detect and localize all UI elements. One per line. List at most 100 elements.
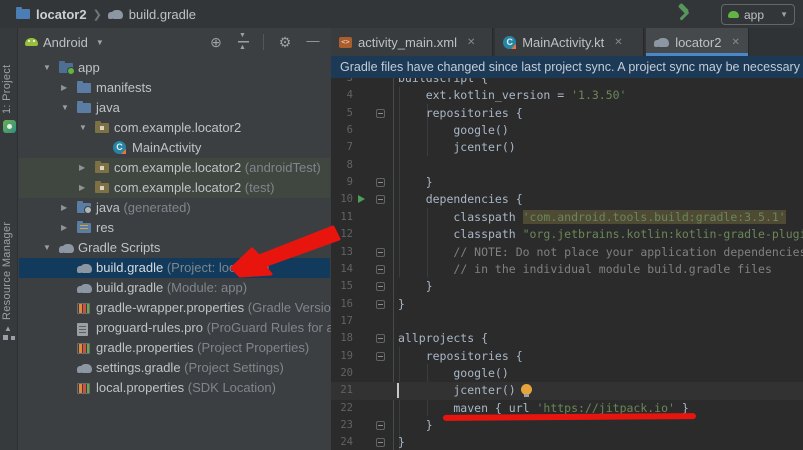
hammer-icon[interactable]	[677, 4, 693, 22]
line-number: 10	[331, 191, 353, 208]
code-line-15[interactable]: 15 }	[331, 278, 803, 295]
chevron-down-icon[interactable]	[96, 38, 104, 47]
chevron-right-icon[interactable]	[61, 202, 67, 212]
code-line-18[interactable]: 18allprojects {	[331, 330, 803, 347]
chevron-down-icon[interactable]	[61, 102, 69, 112]
code-line-11[interactable]: 11 classpath 'com.android.tools.build:gr…	[331, 209, 803, 226]
fold-icon[interactable]	[376, 178, 385, 187]
breadcrumb-file[interactable]: build.gradle	[129, 7, 196, 22]
chevron-right-icon[interactable]	[61, 82, 67, 92]
code-line-10[interactable]: 10 dependencies {	[331, 191, 803, 208]
code-line-14[interactable]: 14 // in the individual module build.gra…	[331, 261, 803, 278]
tree-item-build-gradle-project-locator2[interactable]: build.gradle (Project: locator2)	[19, 258, 330, 278]
fold-icon[interactable]	[376, 265, 385, 274]
tree-item-label: settings.gradle (Project Settings)	[96, 360, 284, 375]
close-icon[interactable]	[731, 37, 739, 48]
tab-locator2[interactable]: locator2	[646, 28, 749, 56]
tree-item-manifests[interactable]: manifests	[19, 78, 330, 98]
tree-item-label: com.example.locator2 (test)	[114, 180, 274, 195]
chevron-down-icon[interactable]	[43, 62, 51, 72]
code-line-12[interactable]: 12 classpath "org.jetbrains.kotlin:kotli…	[331, 226, 803, 243]
code-line-4[interactable]: 4 ext.kotlin_version = '1.3.50'	[331, 87, 803, 104]
tab-activity-main-xml[interactable]: activity_main.xml	[331, 28, 493, 56]
code-editor[interactable]: 3buildscript {4 ext.kotlin_version = '1.…	[331, 56, 803, 450]
project-view-selector[interactable]: Android	[43, 35, 88, 50]
tree-item-com-example-locator2-androidtest[interactable]: com.example.locator2 (androidTest)	[19, 158, 330, 178]
tree-item-java[interactable]: java	[19, 98, 330, 118]
fold-icon[interactable]	[376, 282, 385, 291]
code-line-13[interactable]: 13 // NOTE: Do not place your applicatio…	[331, 244, 803, 261]
sidebar-item-resource-manager[interactable]: Resource Manager	[1, 188, 16, 320]
code-text: repositories {	[398, 105, 523, 122]
run-gutter-icon[interactable]	[358, 195, 365, 203]
intention-bulb-icon[interactable]	[521, 384, 532, 395]
code-text: // NOTE: Do not place your application d…	[398, 244, 803, 261]
chevron-right-icon[interactable]	[61, 222, 67, 232]
fold-icon[interactable]	[376, 300, 385, 309]
props-icon	[77, 303, 90, 314]
tree-item-res[interactable]: res	[19, 218, 330, 238]
tree-item-local-properties-sdk-location[interactable]: local.properties (SDK Location)	[19, 378, 330, 398]
hide-panel-icon[interactable]	[306, 34, 320, 50]
code-line-20[interactable]: 20 google()	[331, 365, 803, 382]
tree-item-hint: (Project Settings)	[184, 360, 284, 375]
code-line-23[interactable]: 23 }	[331, 417, 803, 434]
gradle-sync-banner[interactable]: Gradle files have changed since last pro…	[331, 56, 803, 78]
tab-mainactivity-kt[interactable]: MainActivity.kt	[495, 28, 644, 56]
sidebar-item-project[interactable]: 1: Project	[1, 54, 16, 114]
tree-item-gradle-scripts[interactable]: Gradle Scripts	[19, 238, 330, 258]
code-line-6[interactable]: 6 google()	[331, 122, 803, 139]
locate-icon[interactable]	[208, 34, 224, 50]
code-line-19[interactable]: 19 repositories {	[331, 348, 803, 365]
tree-item-settings-gradle-project-settings[interactable]: settings.gradle (Project Settings)	[19, 358, 330, 378]
tree-item-gradle-properties-project-properties[interactable]: gradle.properties (Project Properties)	[19, 338, 330, 358]
breadcrumb-project[interactable]: locator2	[36, 7, 87, 22]
code-line-7[interactable]: 7 jcenter()	[331, 139, 803, 156]
code-line-16[interactable]: 16}	[331, 296, 803, 313]
tree-item-proguard-rules-pro-proguard-rules-for-app[interactable]: proguard-rules.pro (ProGuard Rules for a…	[19, 318, 330, 338]
code-text: }	[398, 278, 433, 295]
tree-item-gradle-wrapper-properties-gradle-version[interactable]: gradle-wrapper.properties (Gradle Versio…	[19, 298, 330, 318]
tree-item-java-generated[interactable]: java (generated)	[19, 198, 330, 218]
code-line-22[interactable]: 22 maven { url 'https://jitpack.io' }	[331, 400, 803, 417]
tree-item-label: app	[78, 60, 100, 75]
close-icon[interactable]	[467, 37, 475, 48]
chevron-down-icon[interactable]	[43, 242, 51, 252]
tree-item-app[interactable]: app	[19, 58, 330, 78]
fold-icon[interactable]	[376, 334, 385, 343]
tree-item-com-example-locator2-test[interactable]: com.example.locator2 (test)	[19, 178, 330, 198]
fold-icon[interactable]	[376, 421, 385, 430]
gradle-icon	[77, 363, 92, 374]
fold-icon[interactable]	[376, 352, 385, 361]
line-number: 23	[331, 417, 353, 434]
android-studio-project-icon[interactable]	[3, 120, 16, 133]
collapse-all-icon[interactable]	[237, 35, 250, 49]
tree-item-com-example-locator2[interactable]: com.example.locator2	[19, 118, 330, 138]
fold-icon[interactable]	[376, 195, 385, 204]
breadcrumb-bar: locator2 ❯ build.gradle app	[0, 0, 803, 28]
line-number: 17	[331, 313, 353, 330]
breadcrumb: locator2 ❯ build.gradle	[16, 0, 196, 28]
fold-icon[interactable]	[376, 438, 385, 447]
xml-icon	[339, 37, 352, 48]
chevron-down-icon[interactable]	[79, 122, 87, 132]
fold-icon[interactable]	[376, 109, 385, 118]
code-line-24[interactable]: 24}	[331, 434, 803, 450]
chevron-right-icon[interactable]	[79, 182, 85, 192]
chevron-right-icon[interactable]	[79, 162, 85, 172]
tree-item-build-gradle-module-app[interactable]: build.gradle (Module: app)	[19, 278, 330, 298]
code-line-5[interactable]: 5 repositories {	[331, 105, 803, 122]
run-config-dropdown[interactable]: app	[721, 4, 795, 25]
code-line-17[interactable]: 17	[331, 313, 803, 330]
settings-gear-icon[interactable]	[277, 34, 293, 50]
code-line-9[interactable]: 9 }	[331, 174, 803, 191]
code-line-8[interactable]: 8	[331, 157, 803, 174]
resource-manager-icon[interactable]	[3, 328, 15, 340]
tool-window-stripe: 1: Project Resource Manager	[0, 28, 18, 450]
tree-item-mainactivity[interactable]: MainActivity	[19, 138, 330, 158]
close-icon[interactable]	[614, 37, 622, 48]
fold-icon[interactable]	[376, 248, 385, 257]
line-number: 4	[331, 87, 353, 104]
android-icon	[728, 11, 739, 18]
code-line-21[interactable]: 21 jcenter()	[331, 382, 803, 399]
